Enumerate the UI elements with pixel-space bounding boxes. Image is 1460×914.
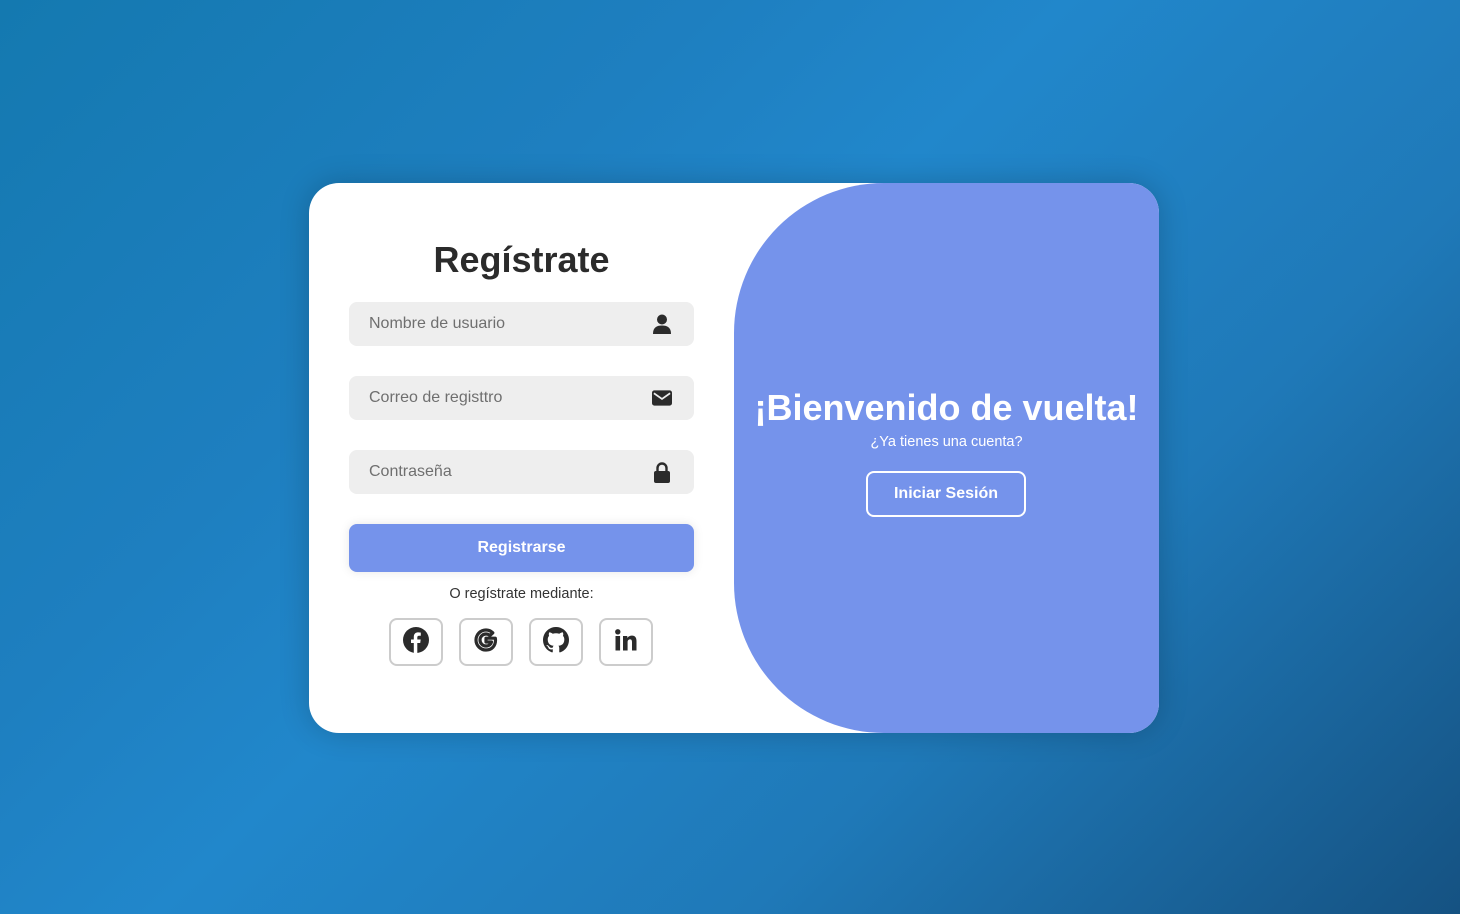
google-button[interactable]: [459, 618, 513, 666]
username-input[interactable]: [349, 302, 694, 346]
user-icon: [652, 314, 672, 334]
lock-icon: [652, 461, 672, 483]
form-title: Regístrate: [433, 239, 610, 280]
password-field-box: [349, 450, 694, 494]
google-icon: [474, 627, 498, 657]
linkedin-button[interactable]: [599, 618, 653, 666]
email-input[interactable]: [349, 376, 694, 420]
github-icon: [543, 626, 569, 658]
username-field-box: [349, 302, 694, 346]
email-field-box: [349, 376, 694, 420]
social-icons: [389, 618, 653, 666]
register-form: Regístrate Registrarse O regístrate medi…: [309, 183, 734, 733]
social-text: O regístrate mediante:: [449, 586, 594, 602]
facebook-button[interactable]: [389, 618, 443, 666]
register-button[interactable]: Registrarse: [349, 524, 694, 572]
welcome-panel: ¡Bienvenido de vuelta! ¿Ya tienes una cu…: [734, 183, 1159, 733]
github-button[interactable]: [529, 618, 583, 666]
login-button[interactable]: Iniciar Sesión: [866, 471, 1026, 517]
welcome-title: ¡Bienvenido de vuelta!: [754, 387, 1139, 428]
linkedin-icon: [615, 628, 637, 656]
welcome-subtitle: ¿Ya tienes una cuenta?: [870, 434, 1023, 450]
facebook-icon: [403, 626, 429, 658]
register-card: Regístrate Registrarse O regístrate medi…: [309, 183, 1159, 733]
envelope-icon: [652, 388, 672, 408]
password-input[interactable]: [349, 450, 694, 494]
